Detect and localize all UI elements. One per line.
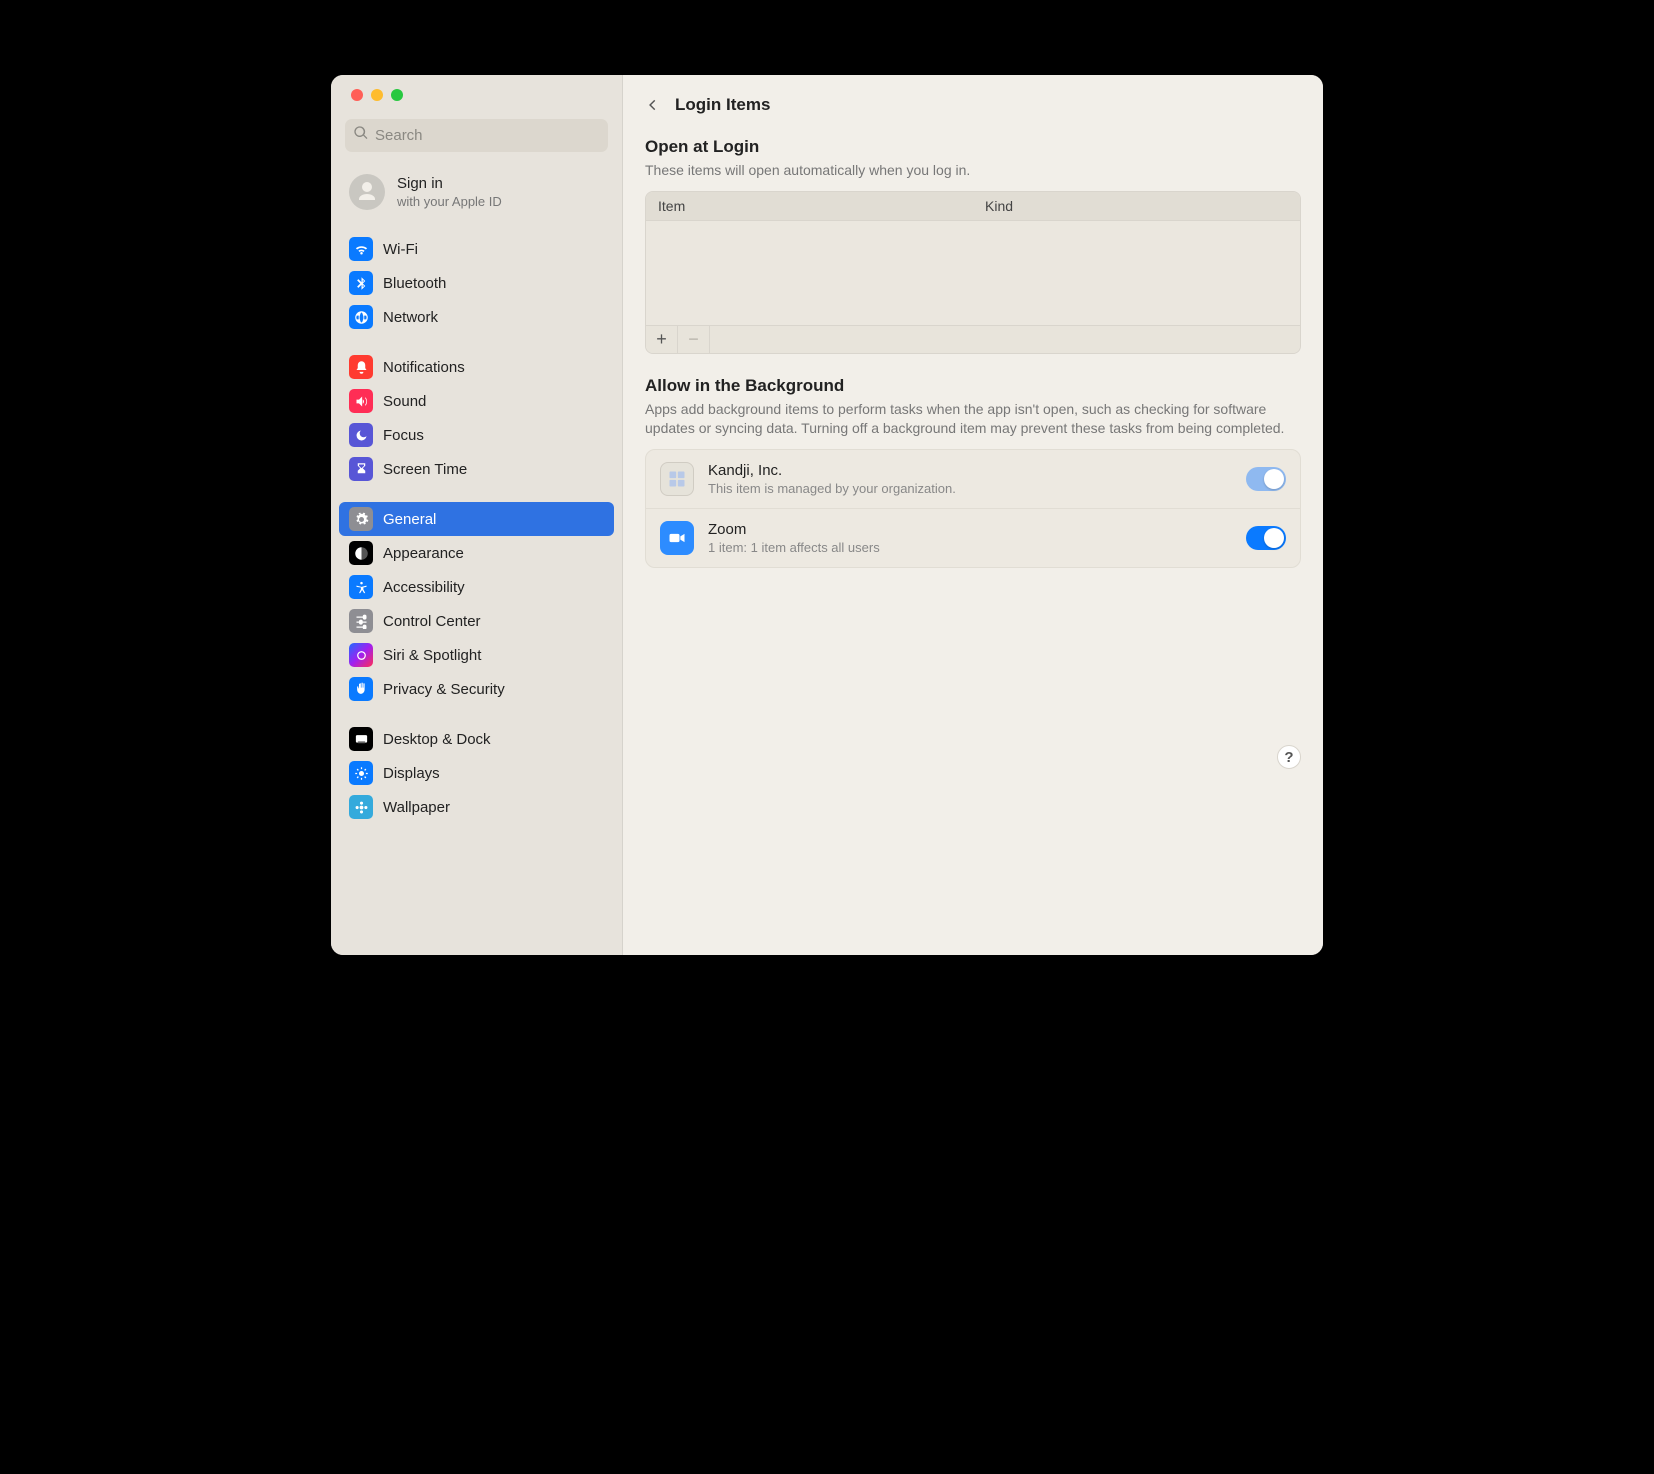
minimize-window-button[interactable]: [371, 89, 383, 101]
sidebar-item-label: Sound: [383, 393, 426, 410]
help-button[interactable]: ?: [1277, 745, 1301, 769]
sign-in-row[interactable]: Sign in with your Apple ID: [331, 166, 622, 224]
table-footer: + −: [646, 325, 1300, 353]
accessibility-icon: [349, 575, 373, 599]
sidebar-item-desktop-dock[interactable]: Desktop & Dock: [339, 722, 614, 756]
siri-icon: [349, 643, 373, 667]
column-item[interactable]: Item: [646, 192, 973, 220]
sidebar-item-sound[interactable]: Sound: [339, 384, 614, 418]
section-title: Open at Login: [645, 137, 1301, 157]
sun-icon: [349, 761, 373, 785]
bg-item-title: Kandji, Inc.: [708, 462, 1246, 479]
sidebar-item-label: Siri & Spotlight: [383, 647, 481, 664]
app-icon: [660, 462, 694, 496]
open-at-login-section: Open at Login These items will open auto…: [623, 137, 1323, 376]
section-desc: Apps add background items to perform tas…: [645, 400, 1301, 439]
flower-icon: [349, 795, 373, 819]
background-items-list: Kandji, Inc. This item is managed by you…: [645, 449, 1301, 568]
sidebar-item-displays[interactable]: Displays: [339, 756, 614, 790]
sidebar-item-label: Control Center: [383, 613, 481, 630]
sidebar-item-bluetooth[interactable]: Bluetooth: [339, 266, 614, 300]
sidebar-item-label: Appearance: [383, 545, 464, 562]
speaker-icon: [349, 389, 373, 413]
window-controls: [331, 89, 622, 119]
sidebar-item-screen-time[interactable]: Screen Time: [339, 452, 614, 486]
bell-icon: [349, 355, 373, 379]
sidebar-item-siri-spotlight[interactable]: Siri & Spotlight: [339, 638, 614, 672]
sidebar-item-control-center[interactable]: Control Center: [339, 604, 614, 638]
sidebar: Sign in with your Apple ID Wi-Fi Bluetoo…: [331, 75, 623, 955]
remove-item-button: −: [678, 325, 710, 353]
sidebar-item-network[interactable]: Network: [339, 300, 614, 334]
sign-in-title: Sign in: [397, 175, 502, 192]
network-icon: [349, 305, 373, 329]
sidebar-item-label: Notifications: [383, 359, 465, 376]
sidebar-item-label: Displays: [383, 765, 440, 782]
sidebar-item-label: Bluetooth: [383, 275, 446, 292]
moon-icon: [349, 423, 373, 447]
main-content: Login Items Open at Login These items wi…: [623, 75, 1323, 955]
sidebar-list: Wi-Fi Bluetooth Network Notifications: [331, 224, 622, 840]
sidebar-item-label: Screen Time: [383, 461, 467, 478]
bluetooth-icon: [349, 271, 373, 295]
wifi-icon: [349, 237, 373, 261]
column-kind[interactable]: Kind: [973, 192, 1300, 220]
gear-icon: [349, 507, 373, 531]
sidebar-item-wallpaper[interactable]: Wallpaper: [339, 790, 614, 824]
sidebar-item-label: Wi-Fi: [383, 241, 418, 258]
sidebar-item-label: Focus: [383, 427, 424, 444]
section-desc: These items will open automatically when…: [645, 161, 1301, 181]
bg-item-subtitle: 1 item: 1 item affects all users: [708, 540, 1246, 555]
avatar: [349, 174, 385, 210]
section-title: Allow in the Background: [645, 376, 1301, 396]
settings-window: Sign in with your Apple ID Wi-Fi Bluetoo…: [331, 75, 1323, 955]
login-items-table: Item Kind + −: [645, 191, 1301, 354]
background-item-zoom: Zoom 1 item: 1 item affects all users: [646, 508, 1300, 567]
sidebar-item-label: Accessibility: [383, 579, 465, 596]
sidebar-item-label: Privacy & Security: [383, 681, 505, 698]
sidebar-item-label: Desktop & Dock: [383, 731, 491, 748]
hourglass-icon: [349, 457, 373, 481]
sidebar-item-appearance[interactable]: Appearance: [339, 536, 614, 570]
table-header: Item Kind: [646, 192, 1300, 221]
allow-background-section: Allow in the Background Apps add backgro…: [623, 376, 1323, 590]
zoom-window-button[interactable]: [391, 89, 403, 101]
sidebar-item-wifi[interactable]: Wi-Fi: [339, 232, 614, 266]
bg-item-subtitle: This item is managed by your organizatio…: [708, 481, 1246, 496]
sliders-icon: [349, 609, 373, 633]
background-item-kandji: Kandji, Inc. This item is managed by you…: [646, 450, 1300, 508]
sidebar-item-notifications[interactable]: Notifications: [339, 350, 614, 384]
sidebar-item-label: General: [383, 511, 436, 528]
table-body: [646, 221, 1300, 325]
sidebar-item-general[interactable]: General: [339, 502, 614, 536]
appearance-icon: [349, 541, 373, 565]
sidebar-item-label: Network: [383, 309, 438, 326]
titlebar: Login Items: [623, 87, 1323, 137]
search-input[interactable]: [375, 127, 600, 144]
add-item-button[interactable]: +: [646, 325, 678, 353]
dock-icon: [349, 727, 373, 751]
hand-icon: [349, 677, 373, 701]
sidebar-item-privacy-security[interactable]: Privacy & Security: [339, 672, 614, 706]
toggle-kandji: [1246, 467, 1286, 491]
sidebar-item-focus[interactable]: Focus: [339, 418, 614, 452]
close-window-button[interactable]: [351, 89, 363, 101]
sign-in-subtitle: with your Apple ID: [397, 194, 502, 209]
app-icon: [660, 521, 694, 555]
bg-item-title: Zoom: [708, 521, 1246, 538]
page-title: Login Items: [675, 95, 770, 115]
search-field[interactable]: [345, 119, 608, 152]
toggle-zoom[interactable]: [1246, 526, 1286, 550]
search-icon: [353, 125, 375, 146]
sidebar-item-label: Wallpaper: [383, 799, 450, 816]
back-button[interactable]: [639, 91, 667, 119]
sidebar-item-accessibility[interactable]: Accessibility: [339, 570, 614, 604]
